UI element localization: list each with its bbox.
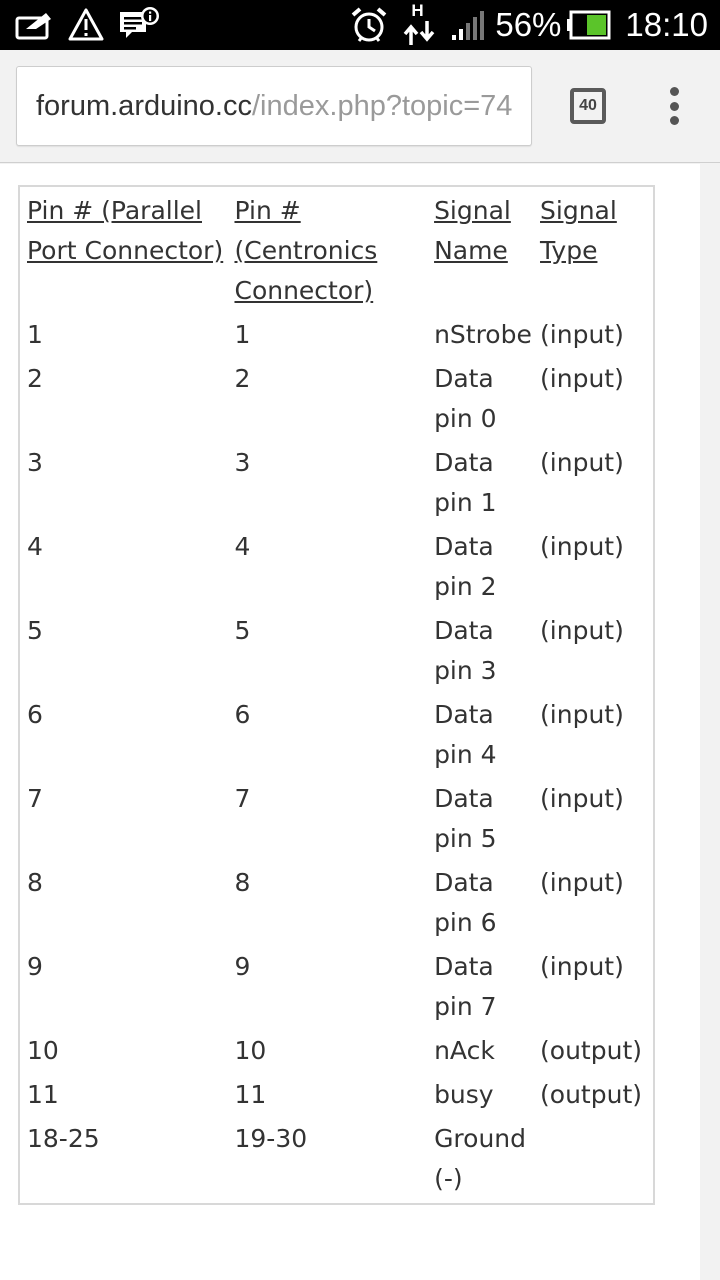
signal-name-cell: nAck [434,1036,495,1065]
system-indicators: H 56% 18:10 [349,1,708,47]
centronics-pin-cell: 8 [234,868,251,897]
data-transfer-icon: H [403,1,437,47]
parallel-pin-cell: 8 [27,868,43,897]
signal-name-cell: Data pin 1 [434,448,497,517]
table-row: 3 3 Data pin 1 (input) [25,443,653,527]
signal-type-cell [538,1119,653,1203]
table-row: 9 9 Data pin 7 (input) [25,947,653,1031]
centronics-pin-cell: 19-30 [234,1124,308,1153]
tab-switcher-button[interactable]: 40 [570,88,606,124]
table-row: 1 1 nStrobe (input) [25,315,653,359]
signal-name-cell: Data pin 0 [434,364,497,433]
clock: 18:10 [625,6,708,43]
signal-icon [452,11,485,40]
signal-name-cell: Data pin 4 [434,700,497,769]
parallel-pin-cell: 6 [27,700,43,729]
warning-icon [68,8,104,41]
notification-icons [14,5,160,45]
parallel-pin-cell: 7 [27,784,43,813]
pinout-table: Pin # (Parallel Port Connector) Pin # (C… [18,185,655,1205]
signal-type-cell: (input) [540,784,624,813]
signal-name-cell: busy [434,1080,494,1109]
table-row: 18-25 19-30 Ground (-) [25,1119,653,1203]
signal-name-cell: Data pin 5 [434,784,497,853]
header-link-signal-name[interactable]: Signal Name [434,196,511,265]
signal-type-cell: (output) [540,1080,642,1109]
centronics-pin-cell: 4 [234,532,251,561]
table-row: 4 4 Data pin 2 (input) [25,527,653,611]
table-row: 8 8 Data pin 6 (input) [25,863,653,947]
table-row: 5 5 Data pin 3 (input) [25,611,653,695]
centronics-pin-cell: 1 [234,320,251,349]
table-row: 10 10 nAck (output) [25,1031,653,1075]
signal-type-cell: (input) [540,868,624,897]
header-link-centronics-pin[interactable]: Pin # (Centronics Connector) [234,196,377,305]
alarm-clock-icon [352,7,387,42]
parallel-pin-cell: 3 [27,448,43,477]
url-host: forum.arduino.cc [36,90,252,122]
table-row: 11 11 busy (output) [25,1075,653,1119]
signal-name-cell: Data pin 2 [434,532,497,601]
signal-name-cell: Data pin 6 [434,868,497,937]
signal-type-cell: (input) [540,532,624,561]
centronics-pin-cell: 7 [234,784,251,813]
header-link-signal-type[interactable]: Signal Type [540,196,617,265]
centronics-pin-cell: 6 [234,700,251,729]
browser-toolbar: forum.arduino.cc/index.php?topic=74 40 [0,50,720,163]
signal-type-cell: (output) [540,1036,642,1065]
overflow-menu-icon[interactable] [660,84,688,128]
table-row: 6 6 Data pin 4 (input) [25,695,653,779]
header-link-parallel-pin[interactable]: Pin # (Parallel Port Connector) [27,196,223,265]
signal-type-cell: (input) [540,364,624,393]
url-path: /index.php?topic=74 [252,90,513,122]
centronics-pin-cell: 5 [234,616,251,645]
network-type-label: H [411,1,424,20]
parallel-pin-cell: 2 [27,364,43,393]
parallel-pin-cell: 18-25 [27,1124,100,1153]
parallel-pin-cell: 11 [27,1080,59,1109]
url-bar[interactable]: forum.arduino.cc/index.php?topic=74 [16,66,532,146]
battery-icon [567,10,611,40]
parallel-pin-cell: 4 [27,532,43,561]
signal-type-cell: (input) [540,952,624,981]
signal-name-cell: Data pin 7 [434,952,497,1021]
parallel-pin-cell: 10 [27,1036,59,1065]
message-info-icon [120,7,159,38]
signal-type-cell: (input) [540,700,624,729]
parallel-pin-cell: 1 [27,320,43,349]
signal-name-cell: Ground (-) [434,1124,527,1193]
table-header-row: Pin # (Parallel Port Connector) Pin # (C… [25,191,653,315]
wallet-icon [15,13,51,40]
table-body: 1 1 nStrobe (input) 2 2 Data pin 0 (input) 3 3 Dat… [25,315,653,1203]
tab-count: 40 [579,97,597,114]
signal-name-cell: nStrobe [434,320,532,349]
signal-type-cell: (input) [540,320,624,349]
parallel-pin-cell: 5 [27,616,43,645]
centronics-pin-cell: 9 [234,952,251,981]
parallel-pin-cell: 9 [27,952,43,981]
signal-type-cell: (input) [540,448,624,477]
battery-percent: 56% [495,6,562,43]
status-bar: H 56% 18:10 [0,0,720,50]
url-text: forum.arduino.cc/index.php?topic=74 [36,87,512,125]
signal-name-cell: Data pin 3 [434,616,497,685]
centronics-pin-cell: 11 [234,1080,267,1109]
centronics-pin-cell: 3 [234,448,251,477]
table-row: 7 7 Data pin 5 (input) [25,779,653,863]
centronics-pin-cell: 2 [234,364,251,393]
page-content: Pin # (Parallel Port Connector) Pin # (C… [0,164,700,1280]
signal-type-cell: (input) [540,616,624,645]
centronics-pin-cell: 10 [234,1036,267,1065]
table-row: 2 2 Data pin 0 (input) [25,359,653,443]
